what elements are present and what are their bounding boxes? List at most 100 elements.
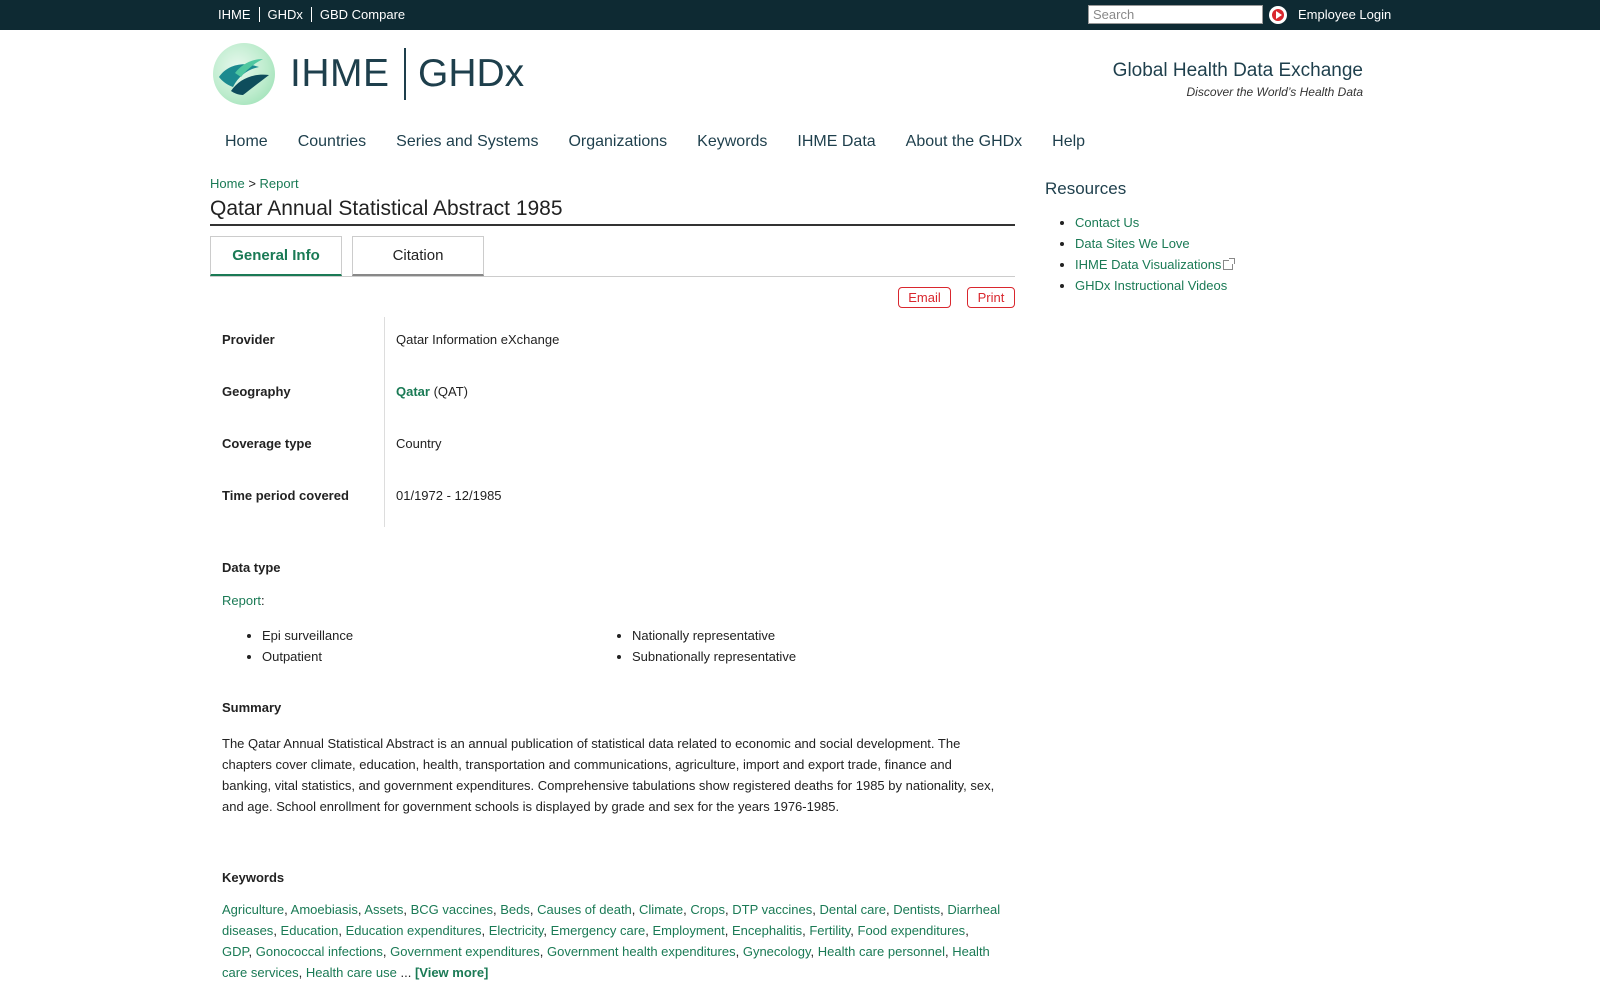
coverage-label: Coverage type [222,436,312,451]
breadcrumb-separator: > [248,176,256,191]
list-item: Subnationally representative [632,646,796,667]
main-nav: Home Countries Series and Systems Organi… [225,133,1115,151]
print-button[interactable]: Print [967,287,1015,308]
search-input[interactable] [1088,5,1263,24]
info-table: Provider Qatar Information eXchange Geog… [210,317,1015,527]
keyword-link[interactable]: Emergency care [551,923,646,938]
keyword-link[interactable]: Encephalitis [732,923,802,938]
top-links: IHME GHDx GBD Compare [213,7,413,22]
resource-link-ihme-viz[interactable]: IHME Data Visualizations [1075,257,1221,272]
keyword-link[interactable]: Education [281,923,339,938]
top-link-ghdx[interactable]: GHDx [258,7,311,22]
tab-bar: General Info Citation [210,236,1015,277]
list-item: Nationally representative [632,625,796,646]
keywords-list: Agriculture, Amoebiasis, Assets, BCG vac… [222,902,1001,980]
site-tagline: Global Health Data Exchange [1112,60,1363,81]
top-link-gbd-compare[interactable]: GBD Compare [310,7,413,22]
data-type-label: Data type [222,560,281,575]
site-tagline-sub: Discover the World’s Health Data [1186,85,1363,99]
list-item: Epi surveillance [262,625,353,646]
keyword-link[interactable]: Electricity [489,923,544,938]
tab-citation[interactable]: Citation [352,236,484,276]
keyword-link[interactable]: Health care personnel [818,944,945,959]
data-type-report: Report: [222,593,265,608]
summary-text: The Qatar Annual Statistical Abstract is… [222,736,995,814]
keyword-link[interactable]: Education expenditures [346,923,482,938]
data-type-report-link[interactable]: Report [222,593,261,608]
keyword-link[interactable]: Crops [690,902,725,917]
geography-value: Qatar (QAT) [396,384,468,399]
provider-value: Qatar Information eXchange [396,332,560,347]
nav-item-ihme-data[interactable]: IHME Data [797,133,875,151]
keyword-link[interactable]: Assets [364,902,403,917]
nav-item-about[interactable]: About the GHDx [906,133,1023,151]
employee-login-link[interactable]: Employee Login [1298,7,1391,22]
time-period-label: Time period covered [222,488,349,503]
nav-item-home[interactable]: Home [225,133,268,151]
nav-item-series-systems[interactable]: Series and Systems [396,133,538,151]
breadcrumb: Home > Report [210,176,299,191]
keyword-link[interactable]: Beds [500,902,530,917]
keyword-link[interactable]: Government expenditures [390,944,540,959]
tab-general-info[interactable]: General Info [210,236,342,276]
geography-label: Geography [222,384,291,399]
view-more-keywords-link[interactable]: [View more] [415,965,488,980]
keyword-link[interactable]: Dental care [819,902,885,917]
resource-link-videos[interactable]: GHDx Instructional Videos [1075,278,1227,293]
resources-list: Contact Us Data Sites We Love IHME Data … [1075,212,1236,296]
info-row-geography: Geography Qatar (QAT) [210,369,1015,421]
geography-code: (QAT) [433,384,469,399]
resource-item: GHDx Instructional Videos [1075,275,1233,296]
keyword-link[interactable]: Climate [639,902,683,917]
data-type-list-2: Nationally representative Subnationally … [632,625,796,667]
logo-divider [404,48,406,100]
nav-item-organizations[interactable]: Organizations [568,133,667,151]
ihme-logo-icon[interactable] [213,43,275,105]
logo-text-ghdx[interactable]: GHDx [418,52,524,96]
keyword-link[interactable]: Gynecology [743,944,811,959]
keywords-label: Keywords [222,870,285,885]
keyword-link[interactable]: Employment [653,923,725,938]
resource-link-contact-us[interactable]: Contact Us [1075,215,1139,230]
resource-link-data-sites[interactable]: Data Sites We Love [1075,236,1190,251]
top-link-ihme[interactable]: IHME [213,7,259,22]
email-button[interactable]: Email [898,287,951,308]
data-type-list-1: Epi surveillance Outpatient [262,625,353,667]
search-submit-icon[interactable] [1269,6,1287,24]
geography-link-qatar[interactable]: Qatar [396,384,430,399]
resource-item: IHME Data Visualizations [1075,254,1236,275]
keyword-link[interactable]: BCG vaccines [411,902,493,917]
keyword-link[interactable]: Fertility [809,923,850,938]
resources-title: Resources [1045,179,1127,198]
breadcrumb-report[interactable]: Report [260,176,299,191]
keyword-link[interactable]: Food expenditures [858,923,966,938]
nav-item-keywords[interactable]: Keywords [697,133,767,151]
keyword-link[interactable]: Health care use [306,965,397,980]
keyword-link[interactable]: Gonococcal infections [256,944,383,959]
nav-item-help[interactable]: Help [1052,133,1085,151]
keyword-link[interactable]: DTP vaccines [732,902,812,917]
logo-text-ihme[interactable]: IHME [290,52,390,96]
data-type-colon: : [261,593,265,608]
nav-item-countries[interactable]: Countries [298,133,366,151]
keyword-link[interactable]: Agriculture [222,902,284,917]
info-row-time-period: Time period covered 01/1972 - 12/1985 [210,473,1015,525]
list-item: Outpatient [262,646,353,667]
provider-label: Provider [222,332,275,347]
top-bar: IHME GHDx GBD Compare Employee Login [0,0,1600,30]
coverage-value: Country [396,436,442,451]
keyword-link[interactable]: Dentists [893,902,940,917]
keywords-ellipsis: ... [396,965,415,980]
info-row-coverage: Coverage type Country [210,421,1015,473]
keyword-link[interactable]: GDP [222,944,249,959]
resource-item: Contact Us [1075,212,1233,233]
keyword-link[interactable]: Government health expenditures [547,944,736,959]
keyword-link[interactable]: Amoebiasis [291,902,358,917]
info-row-provider: Provider Qatar Information eXchange [210,317,1015,369]
keyword-link[interactable]: Causes of death [537,902,632,917]
external-link-icon [1223,258,1236,270]
time-period-value: 01/1972 - 12/1985 [396,488,502,503]
summary-label: Summary [222,700,282,715]
resource-item: Data Sites We Love [1075,233,1233,254]
breadcrumb-home[interactable]: Home [210,176,245,191]
